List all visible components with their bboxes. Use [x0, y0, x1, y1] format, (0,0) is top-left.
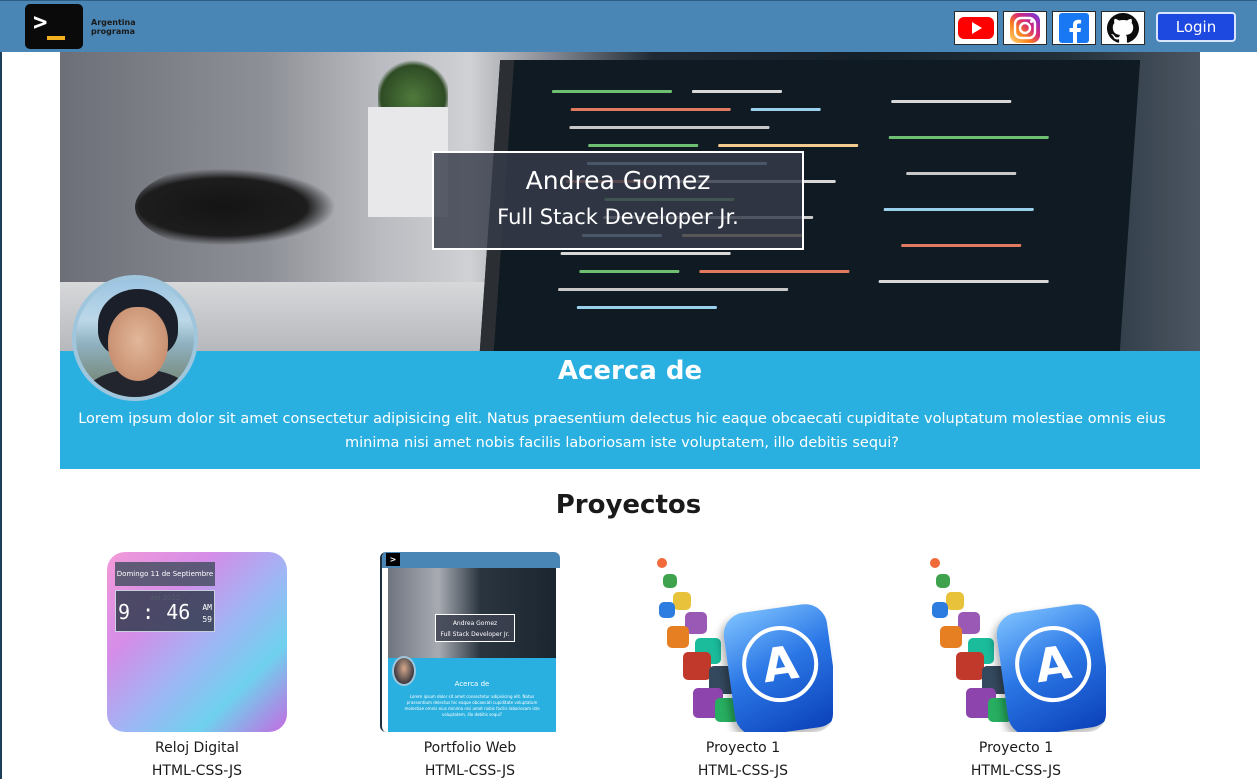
project-card-proyecto-1[interactable]: A Proyecto 1 HTML-CSS-JS	[653, 552, 833, 783]
hero-headphones	[135, 162, 355, 252]
facebook-link[interactable]	[1052, 11, 1096, 45]
clock-date: Domingo 11 de Septiembre del 2022	[115, 562, 215, 602]
youtube-link[interactable]	[954, 11, 998, 45]
about-section: Acerca de Lorem ipsum dolor sit amet con…	[60, 351, 1200, 469]
logo-text: Argentina programa	[91, 17, 136, 36]
argentina-programa-logo[interactable]: > Argentina programa	[25, 4, 136, 49]
hero-role: Full Stack Developer Jr.	[497, 205, 739, 229]
instagram-icon	[1010, 13, 1040, 43]
hero-name: Andrea Gomez	[525, 166, 711, 195]
instagram-link[interactable]	[1003, 11, 1047, 45]
project-card-proyecto-1[interactable]: A Proyecto 1 HTML-CSS-JS	[926, 552, 1106, 783]
app-store-icon: A	[993, 601, 1106, 732]
terminal-logo-icon: >	[25, 4, 83, 49]
window-edge	[0, 0, 2, 779]
about-text: Lorem ipsum dolor sit amet consectetur a…	[78, 411, 1166, 451]
project-name: Proyecto 1	[978, 740, 1054, 756]
project-name: Portfolio Web	[423, 740, 517, 756]
project-card-reloj-digital[interactable]: Domingo 11 de Septiembre del 2022 9 : 46…	[107, 552, 287, 783]
github-icon	[1107, 13, 1139, 43]
project-thumbnail[interactable]: Domingo 11 de Septiembre del 2022 9 : 46…	[107, 552, 287, 732]
github-link[interactable]	[1101, 11, 1145, 45]
youtube-icon	[958, 17, 994, 39]
facebook-icon	[1059, 13, 1089, 43]
thumbnail-title-card: Andrea Gomez Full Stack Developer Jr.	[435, 614, 515, 642]
project-card-portfolio-web[interactable]: > Andrea Gomez Full Stack Developer Jr. …	[380, 552, 560, 783]
project-tech: HTML-CSS-JS	[424, 763, 516, 779]
project-thumbnail[interactable]: A	[926, 552, 1106, 732]
project-tech: HTML-CSS-JS	[151, 763, 243, 779]
navbar: > Argentina programa Login	[0, 0, 1257, 52]
about-title: Acerca de	[557, 356, 703, 386]
projects-title: Proyectos	[555, 490, 702, 520]
clock-time: 9 : 46 AM 59	[115, 590, 215, 632]
hero-title-card: Andrea Gomez Full Stack Developer Jr.	[432, 151, 804, 250]
project-name: Reloj Digital	[155, 740, 239, 756]
app-store-icon: A	[720, 601, 833, 732]
profile-avatar	[72, 275, 198, 401]
project-thumbnail[interactable]: > Andrea Gomez Full Stack Developer Jr. …	[380, 552, 560, 732]
terminal-logo-icon: >	[386, 553, 400, 566]
project-thumbnail[interactable]: A	[653, 552, 833, 732]
project-tech: HTML-CSS-JS	[697, 763, 789, 779]
project-tech: HTML-CSS-JS	[970, 763, 1062, 779]
login-button[interactable]: Login	[1156, 12, 1236, 42]
thumbnail-avatar	[392, 656, 416, 686]
project-name: Proyecto 1	[705, 740, 781, 756]
